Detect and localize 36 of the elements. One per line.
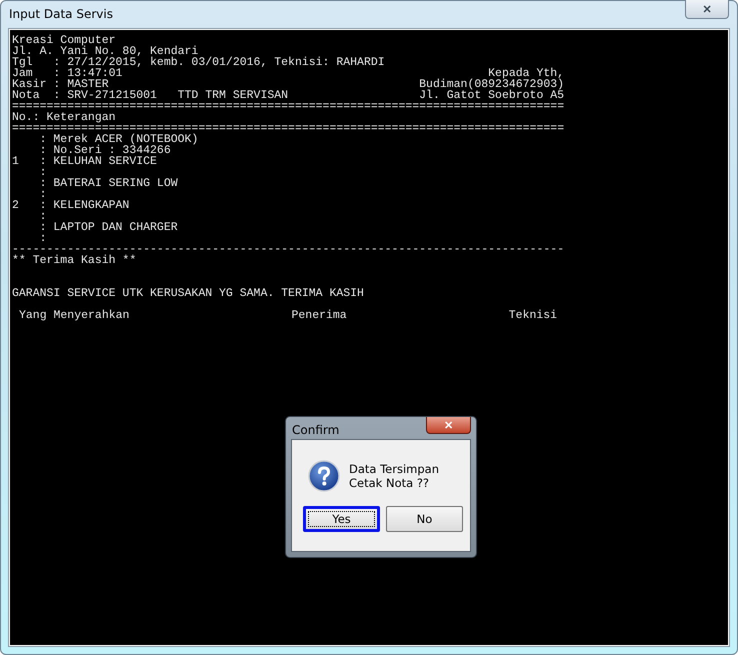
dialog-title: Confirm	[292, 423, 340, 437]
report-line: : No.Seri : 3344266	[38, 145, 171, 156]
report-line: ================================================================================	[12, 101, 564, 112]
report-line: Kreasi Computer	[12, 35, 117, 46]
dialog-message: Data Tersimpan	[349, 462, 440, 476]
report-line: Tgl : 27/12/2015, kemb. 03/01/2016, Teknisi: RAHARDI	[12, 57, 386, 68]
report-line: 2 : KELENGKAPAN	[12, 200, 130, 211]
report-line: Kepada Yth,	[488, 68, 564, 79]
close-button[interactable]: ✕	[685, 0, 729, 19]
report-line: :	[38, 189, 48, 200]
no-button[interactable]: No	[386, 506, 463, 532]
report-line: ** Terima Kasih **	[12, 255, 138, 266]
report-line: :	[38, 233, 48, 244]
window-title: Input Data Servis	[9, 7, 113, 21]
report-line: ================================================================================	[12, 123, 564, 134]
dialog-message: Cetak Nota ??	[349, 476, 430, 490]
report-line: :	[38, 167, 48, 178]
report-line: --------------------------------------------------------------------------------	[12, 244, 564, 255]
report-line: No.: Keterangan	[12, 112, 117, 123]
report-line: 1 : KELUHAN SERVICE	[12, 156, 158, 167]
report-line: Budiman(089234672903)	[419, 79, 564, 90]
report-line: Nota : SRV-271215001 TTD TRM SERVISAN	[12, 90, 288, 101]
report-line: Jam : 13:47:01	[12, 68, 122, 79]
report-line: : BATERAI SERING LOW	[38, 178, 179, 189]
report-line: : Merek ACER (NOTEBOOK)	[38, 134, 200, 145]
question-icon	[308, 460, 340, 492]
report-line: :	[38, 211, 48, 222]
yes-button[interactable]: Yes	[303, 506, 380, 532]
report-line: Jl. Gatot Soebroto A5	[419, 90, 564, 101]
signature-label: Yang Menyerahkan	[19, 310, 130, 321]
signature-label: Penerima	[291, 310, 347, 321]
report-line: Kasir : MASTER	[12, 79, 109, 90]
signature-label: Teknisi	[508, 310, 558, 321]
report-line: : LAPTOP DAN CHARGER	[38, 222, 179, 233]
report-line: GARANSI SERVICE UTK KERUSAKAN YG SAMA. TERIMA KASIH	[12, 288, 365, 299]
report-line: Jl. A. Yani No. 80, Kendari	[12, 46, 198, 57]
